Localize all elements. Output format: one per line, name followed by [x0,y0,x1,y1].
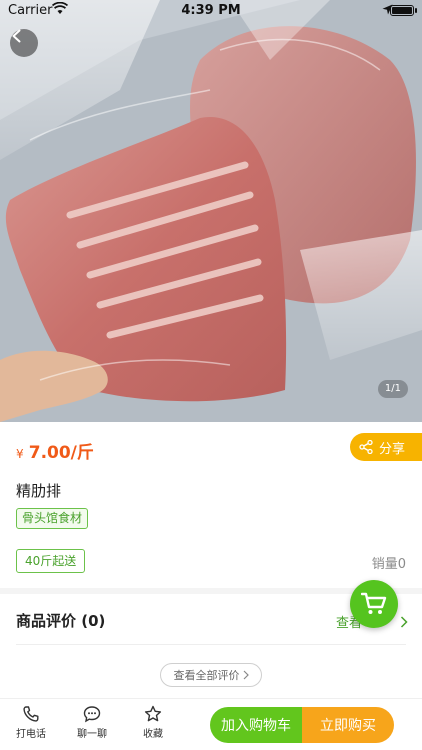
call-button[interactable]: 打电话 [7,705,55,740]
favorite-label: 收藏 [143,729,163,740]
product-image[interactable]: Carrier 4:39 PM 1/1 [0,0,422,422]
phone-icon [23,706,39,722]
status-bar: Carrier 4:39 PM [0,0,422,22]
add-to-cart-button[interactable]: 加入购物车 [210,707,302,743]
chevron-left-icon [12,29,21,43]
chat-bubble-icon [83,706,101,723]
reviews-title: 商品评价 (0) [16,612,106,630]
shopping-cart-icon [361,592,387,614]
bottom-action-bar: 打电话 聊一聊 收藏 加入购物车 立即购买 [0,698,422,750]
battery-icon [390,5,417,16]
price-value: 7.00/斤 [28,443,94,463]
share-button[interactable]: 分享 [350,433,422,461]
chevron-right-icon [400,615,408,628]
product-photo-illustration [0,0,422,422]
chevron-right-icon [243,670,249,680]
share-icon [359,440,373,454]
floating-cart-button[interactable] [350,580,398,628]
chat-button[interactable]: 聊一聊 [68,705,116,740]
star-icon [144,705,162,722]
product-price: ¥ 7.00/斤 [16,438,94,463]
favorite-button[interactable]: 收藏 [129,705,177,740]
currency-symbol: ¥ [16,447,24,461]
sales-count: 销量0 [371,557,406,572]
call-label: 打电话 [16,729,46,740]
status-time: 4:39 PM [181,3,241,18]
shop-tag[interactable]: 骨头馆食材 [16,508,89,529]
view-all-reviews-button[interactable]: 查看全部评价 [160,663,262,687]
buy-now-button[interactable]: 立即购买 [302,707,394,743]
share-label: 分享 [379,441,406,457]
chat-label: 聊一聊 [77,729,107,740]
divider [16,644,406,645]
min-order-badge: 40斤起送 [16,549,86,573]
back-button[interactable] [10,29,38,57]
view-all-reviews-label: 查看全部评价 [173,669,240,682]
product-name: 精肋排 [16,482,62,500]
image-page-indicator: 1/1 [377,380,408,398]
